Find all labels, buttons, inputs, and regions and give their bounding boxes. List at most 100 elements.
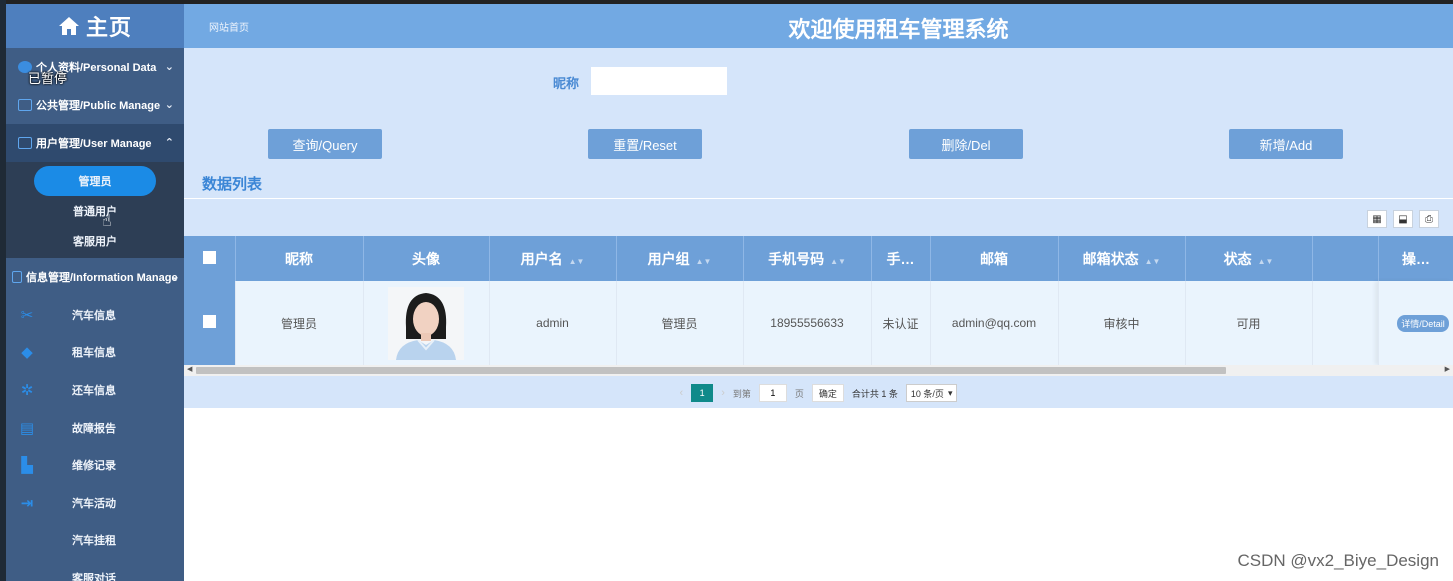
column-header[interactable]: 邮箱状态 ▲▼ bbox=[1058, 236, 1186, 281]
select-all-cell[interactable] bbox=[184, 236, 236, 281]
sidebar-item-rental-info[interactable]: ◆ 租车信息 bbox=[6, 334, 184, 372]
sidebar-item-service-chat[interactable]: 客服对话 bbox=[6, 559, 184, 581]
book-icon: ▙ bbox=[21, 457, 33, 475]
sort-icon[interactable]: ▲▼ bbox=[1145, 257, 1161, 266]
chevron-down-icon: ⌄ bbox=[164, 61, 174, 73]
sort-icon[interactable]: ▲▼ bbox=[830, 257, 846, 266]
column-header[interactable]: 头像 bbox=[363, 236, 490, 281]
table-toolbar: ▦ ⬓ ⎙ bbox=[1367, 210, 1439, 228]
column-header[interactable]: 状态 ▲▼ bbox=[1185, 236, 1313, 281]
sidebar-item-service-user[interactable]: 客服用户 bbox=[6, 226, 184, 256]
goto-page-input[interactable] bbox=[758, 384, 787, 402]
sidebar-group-label: 用户管理/User Manage bbox=[36, 138, 152, 150]
cell-avatar bbox=[363, 281, 490, 365]
sidebar-group-user[interactable]: 用户管理/User Manage ⌃ bbox=[6, 124, 184, 162]
id-card-icon bbox=[18, 137, 32, 149]
sidebar-group-label: 公共管理/Public Manage bbox=[36, 100, 161, 112]
sidebar-item-label: 汽车信息 bbox=[72, 309, 116, 322]
column-header[interactable]: 用户名 ▲▼ bbox=[489, 236, 617, 281]
mouse-cursor-icon: ☝ bbox=[102, 213, 112, 230]
avatar bbox=[388, 286, 464, 360]
exit-icon: ⇥ bbox=[20, 494, 34, 512]
scroll-left-icon[interactable]: ◀ bbox=[187, 365, 192, 373]
home-icon bbox=[58, 17, 79, 35]
sidebar-group-label: 信息管理/Information Manage bbox=[26, 272, 178, 284]
select-all-checkbox[interactable] bbox=[202, 250, 216, 264]
sidebar-group-info[interactable]: 信息管理/Information Manage ⌄ bbox=[6, 258, 184, 296]
page-number-current[interactable]: 1 bbox=[691, 384, 714, 402]
sidebar-group-public[interactable]: 公共管理/Public Manage ⌄ bbox=[6, 86, 184, 124]
column-header[interactable]: 用户组 ▲▼ bbox=[616, 236, 744, 281]
pagination: ‹ 1 › 到第 页 确定 合计共 1 条 10 条/页 ▾ bbox=[184, 378, 1453, 408]
sidebar-item-admin[interactable]: 管理员 bbox=[6, 166, 184, 196]
cell-email-status: 审核中 bbox=[1058, 281, 1186, 365]
sidebar-item-label: 故障报告 bbox=[72, 422, 116, 435]
table-row[interactable]: 管理员 admin 管理员 18955556633 未认证 admin@qq.c… bbox=[184, 281, 1423, 365]
goto-confirm-button[interactable]: 确定 bbox=[811, 384, 844, 402]
monitor-icon bbox=[18, 99, 32, 111]
sort-icon[interactable]: ▲▼ bbox=[569, 257, 585, 266]
avatar-photo bbox=[388, 286, 464, 360]
sidebar-item-label: 租车信息 bbox=[72, 347, 116, 360]
app-root: 主页 个人资料/Personal Data ⌄ 公共管理/Public Mana… bbox=[0, 0, 1453, 581]
sidebar-submenu-user: 管理员 普通用户 客服用户 bbox=[6, 162, 184, 258]
page-size-value: 10 条/页 bbox=[910, 388, 944, 399]
sidebar-item-car-info[interactable]: ✂ 汽车信息 bbox=[6, 296, 184, 334]
sidebar-item-label: 维修记录 bbox=[72, 460, 116, 473]
column-header[interactable]: 手… bbox=[871, 236, 931, 281]
sort-icon[interactable]: ▲▼ bbox=[1258, 257, 1274, 266]
export-icon[interactable]: ⬓ bbox=[1393, 210, 1413, 228]
content-panel: 昵称 查询/Query 重置/Reset 删除/Del 新增/Add 数据列表 … bbox=[184, 48, 1453, 408]
gear-icon: ✲ bbox=[20, 381, 34, 399]
cell-auth: 未认证 bbox=[871, 281, 931, 365]
row-checkbox[interactable] bbox=[202, 315, 216, 328]
sidebar-item-fault-report[interactable]: ▤ 故障报告 bbox=[6, 409, 184, 447]
sidebar-item-label: 客服用户 bbox=[73, 236, 117, 248]
cell-nickname: 管理员 bbox=[235, 281, 364, 365]
prev-page-icon[interactable]: ‹ bbox=[680, 387, 684, 399]
query-button[interactable]: 查询/Query bbox=[268, 129, 382, 159]
paused-overlay: 已暂停 bbox=[28, 71, 68, 86]
data-table-wrapper: 昵称 头像 用户名 ▲▼ 用户组 ▲▼ 手机号码 ▲▼ 手… 邮箱 邮箱状态 ▲▼ 状态… bbox=[184, 236, 1453, 374]
watermark: CSDN @vx2_Biye_Design bbox=[1237, 551, 1439, 570]
cell-phone: 18955556633 bbox=[743, 281, 872, 365]
sidebar-item-car-activity[interactable]: ⇥ 汽车活动 bbox=[6, 484, 184, 522]
next-page-icon[interactable]: › bbox=[721, 387, 725, 399]
total-count: 合计共 1 条 bbox=[851, 388, 898, 399]
sidebar-home[interactable]: 主页 bbox=[6, 4, 184, 48]
page-unit-label: 页 bbox=[794, 388, 804, 399]
sidebar-item-normal-user[interactable]: 普通用户 bbox=[6, 196, 184, 226]
info-icon bbox=[12, 271, 22, 283]
horizontal-scrollbar[interactable]: ◀ ▶ bbox=[184, 365, 1453, 376]
column-header[interactable]: 昵称 bbox=[235, 236, 364, 281]
sort-icon[interactable]: ▲▼ bbox=[696, 257, 712, 266]
scroll-right-icon[interactable]: ▶ bbox=[1445, 365, 1450, 373]
sidebar-item-repair-record[interactable]: ▙ 维修记录 bbox=[6, 446, 184, 484]
chevron-down-icon: ⌄ bbox=[164, 99, 174, 111]
sidebar-item-label: 还车信息 bbox=[72, 384, 116, 397]
section-title: 数据列表 bbox=[202, 176, 263, 193]
column-header[interactable]: 手机号码 ▲▼ bbox=[743, 236, 872, 281]
chevron-down-icon: ▾ bbox=[947, 387, 953, 398]
page-size-select[interactable]: 10 条/页 ▾ bbox=[905, 384, 958, 402]
chevron-down-icon: ⌄ bbox=[170, 271, 180, 283]
chevron-up-icon: ⌃ bbox=[164, 137, 174, 149]
top-header: 网站首页 欢迎使用租车管理系统 bbox=[184, 4, 1453, 48]
row-select-cell[interactable] bbox=[184, 281, 236, 365]
reset-button[interactable]: 重置/Reset bbox=[588, 129, 702, 159]
cell-email: admin@qq.com bbox=[930, 281, 1059, 365]
detail-button[interactable]: 详情/Detail bbox=[1397, 314, 1449, 332]
blank-icon bbox=[18, 570, 36, 581]
delete-button[interactable]: 删除/Del bbox=[909, 129, 1023, 159]
sidebar-item-label: 管理员 bbox=[34, 166, 156, 196]
column-header[interactable]: 邮箱 bbox=[930, 236, 1059, 281]
scrollbar-thumb[interactable] bbox=[196, 367, 1226, 374]
sidebar-item-return-info[interactable]: ✲ 还车信息 bbox=[6, 371, 184, 409]
columns-icon[interactable]: ▦ bbox=[1367, 210, 1387, 228]
tag-icon: ◆ bbox=[21, 344, 33, 362]
add-button[interactable]: 新增/Add bbox=[1229, 129, 1343, 159]
nickname-search-input[interactable] bbox=[591, 67, 727, 95]
sidebar-item-car-listing[interactable]: 汽车挂租 bbox=[6, 522, 184, 560]
print-icon[interactable]: ⎙ bbox=[1419, 210, 1439, 228]
divider bbox=[184, 198, 1453, 199]
